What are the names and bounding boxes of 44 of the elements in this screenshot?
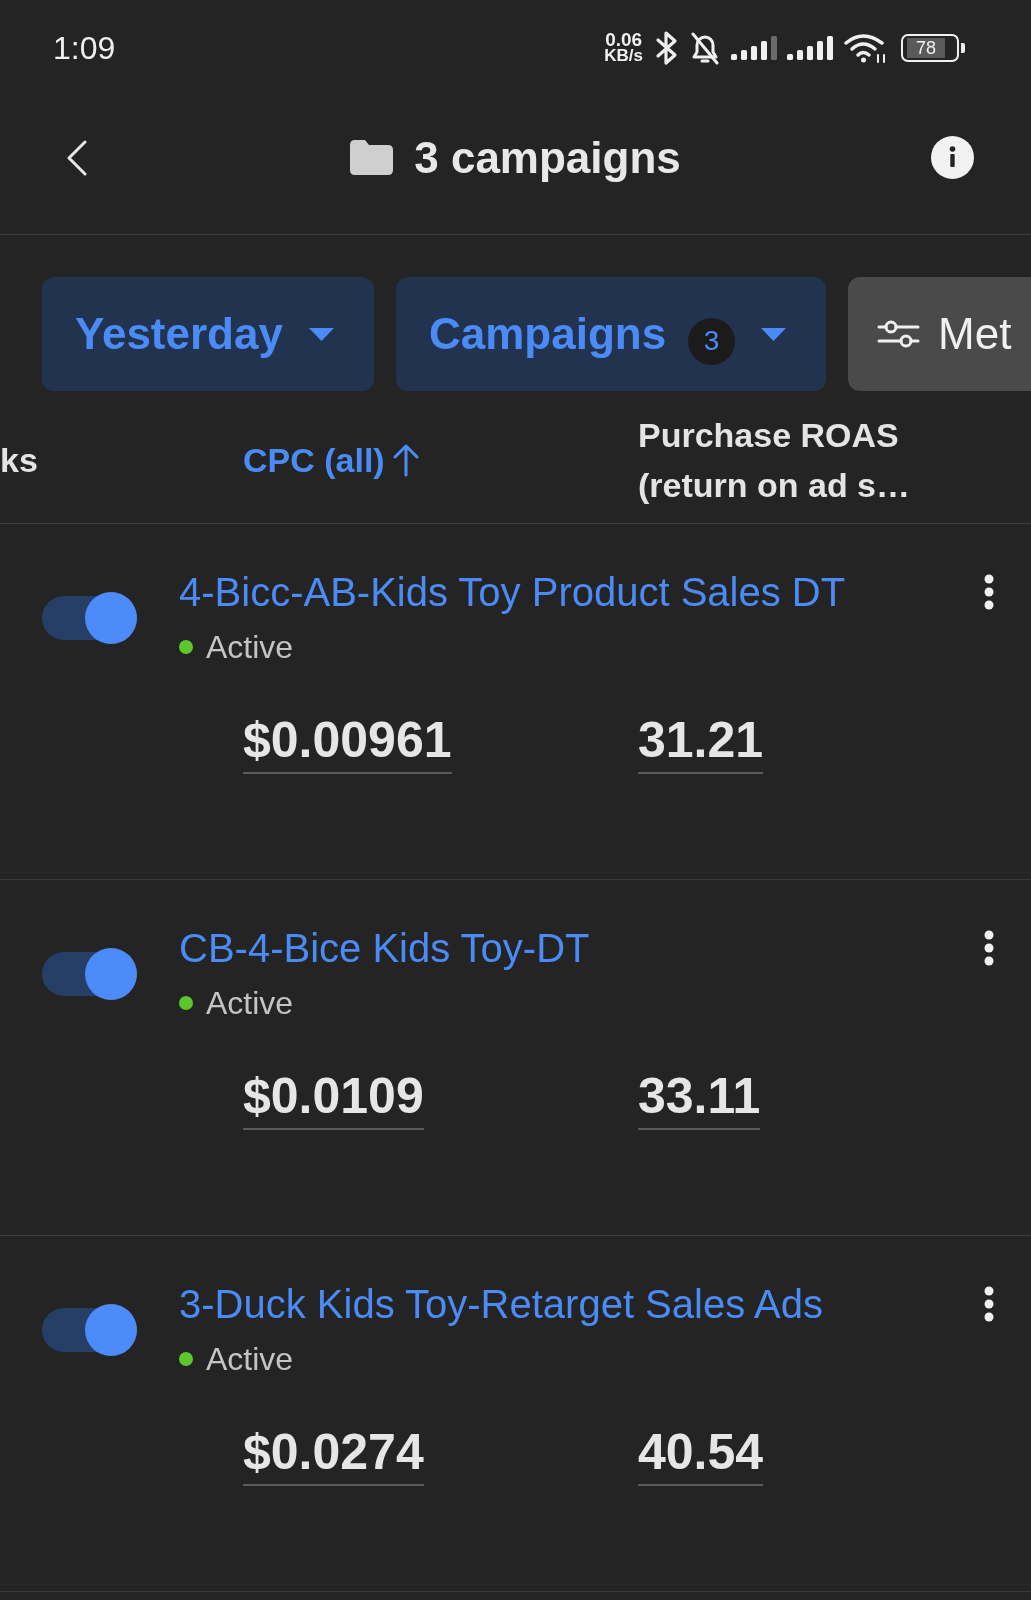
info-icon <box>931 136 974 179</box>
kebab-icon <box>984 930 994 966</box>
roas-value[interactable]: 40.54 <box>638 1422 764 1486</box>
caret-icon <box>761 327 787 341</box>
signal-icon <box>731 35 777 60</box>
cpc-value[interactable]: $0.0109 <box>243 1066 424 1130</box>
bluetooth-icon <box>655 29 679 66</box>
toggle-switch[interactable] <box>42 1303 137 1356</box>
kebab-icon <box>984 1286 994 1322</box>
battery-level-text: 78 <box>907 37 946 58</box>
column-header[interactable]: ks <box>0 434 38 485</box>
column-header[interactable]: Purchase ROAS (return on ad s… <box>638 409 938 510</box>
bell-off-icon <box>689 30 721 65</box>
filter-dropdown[interactable]: Campaigns 3 <box>395 277 827 391</box>
campaign-name-link[interactable]: 3-Duck Kids Toy-Retarget Sales Ads <box>179 1280 823 1328</box>
info-button[interactable] <box>931 136 974 179</box>
caret-icon <box>308 327 334 341</box>
kebab-icon <box>984 574 994 610</box>
wifi-icon <box>843 32 887 63</box>
column-header[interactable]: CPC (all) <box>243 434 419 485</box>
net-speed-unit: KB/s <box>604 48 643 64</box>
arrow-up-icon <box>392 442 419 477</box>
page-title: 3 campaigns <box>414 131 681 184</box>
count-badge: 3 <box>688 317 736 365</box>
toggle-switch[interactable] <box>42 947 137 1000</box>
roas-value[interactable]: 31.21 <box>638 710 764 774</box>
status-text: Active <box>206 1340 294 1379</box>
status-text: Active <box>206 628 294 667</box>
chevron-left-icon <box>65 139 89 176</box>
sliders-icon <box>877 319 921 349</box>
back-button[interactable] <box>65 139 89 176</box>
signal-icon <box>787 35 833 60</box>
toggle-switch[interactable] <box>42 591 137 644</box>
metrics-button[interactable]: Met <box>848 277 1031 391</box>
status-text: Active <box>206 984 294 1023</box>
net-speed-value: 0.06 <box>605 31 643 48</box>
status-time: 1:09 <box>53 31 116 64</box>
campaign-name-link[interactable]: CB-4-Bice Kids Toy-DT <box>179 924 590 972</box>
roas-value[interactable]: 33.11 <box>638 1066 761 1130</box>
filter-dropdown[interactable]: Yesterday <box>42 277 374 391</box>
cpc-value[interactable]: $0.0274 <box>243 1422 424 1486</box>
folder-icon <box>350 140 394 175</box>
campaign-name-link[interactable]: 4-Bicc-AB-Kids Toy Product Sales DT <box>179 568 846 616</box>
cpc-value[interactable]: $0.00961 <box>243 710 452 774</box>
